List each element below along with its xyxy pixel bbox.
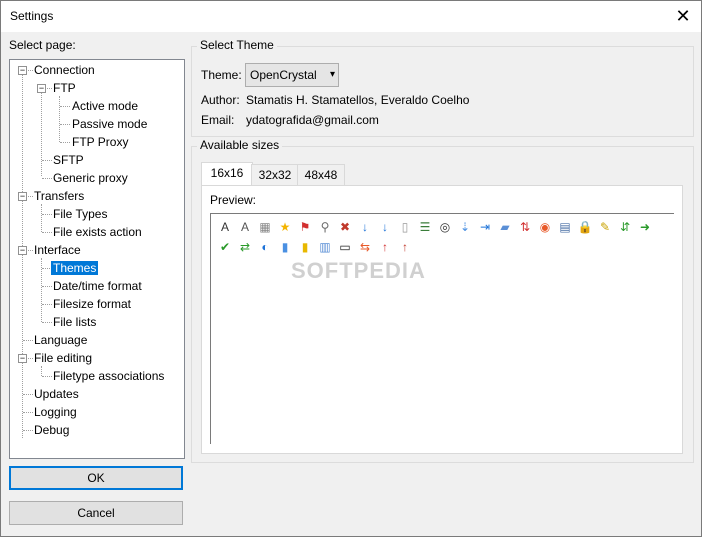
- email-value: ydatografida@gmail.com: [246, 113, 379, 127]
- arrow-green-right-icon: ➜: [639, 220, 651, 234]
- tree-item-transfers[interactable]: Transfers: [32, 188, 86, 205]
- tree-item-filetype-associations[interactable]: Filetype associations: [51, 368, 166, 385]
- font-italic-icon: A: [240, 220, 249, 234]
- tab-32x32[interactable]: 32x32: [251, 164, 299, 187]
- title-bar: Settings ✕: [1, 1, 701, 32]
- star-icon: ★: [279, 220, 291, 234]
- yellow-pipe-icon: ▮: [301, 240, 309, 254]
- tree-item-language[interactable]: Language: [32, 332, 89, 349]
- arrow-down-icon: ↓: [362, 220, 368, 234]
- window-title: Settings: [10, 9, 54, 23]
- sync-updown-icon: ⇵: [619, 220, 631, 234]
- email-label: Email:: [201, 113, 235, 127]
- tree-item-file-types[interactable]: File Types: [51, 206, 109, 223]
- text-frame-icon: ▦: [259, 220, 271, 234]
- collapse-icon[interactable]: −: [18, 354, 27, 363]
- table-icon: ▤: [559, 220, 571, 234]
- theme-select-value: OpenCrystal: [250, 68, 317, 82]
- refresh-arrows-icon: ⇄: [239, 240, 251, 254]
- collapse-icon[interactable]: −: [18, 192, 27, 201]
- theme-label: Theme:: [201, 68, 242, 82]
- arrow-up-red-icon: ↑: [382, 240, 388, 254]
- chevron-down-icon: ▾: [329, 69, 335, 80]
- tree-item-ftp-proxy[interactable]: FTP Proxy: [70, 134, 130, 151]
- sort-updown-icon: ⇅: [519, 220, 531, 234]
- collapse-icon[interactable]: −: [18, 66, 27, 75]
- search-icon: ⚲: [320, 220, 330, 234]
- check-stack-icon: ✔: [219, 240, 231, 254]
- tab-48x48[interactable]: 48x48: [297, 164, 345, 187]
- cancel-button[interactable]: Cancel: [9, 501, 183, 525]
- bar-chart-icon: ▥: [319, 240, 331, 254]
- tree-item-interface[interactable]: Interface: [32, 242, 83, 259]
- tab-16x16[interactable]: 16x16: [201, 162, 253, 185]
- close-icon[interactable]: ✕: [671, 4, 695, 28]
- settings-page-tree[interactable]: − − − − − Connection FTP Active mode Pas…: [9, 59, 185, 459]
- collapse-icon[interactable]: −: [18, 246, 27, 255]
- watermark: SOFTPEDIA: [291, 258, 426, 283]
- tree-item-themes[interactable]: Themes: [51, 260, 99, 277]
- ok-button[interactable]: OK: [9, 466, 183, 490]
- tree-item-debug[interactable]: Debug: [32, 422, 71, 439]
- author-label: Author:: [201, 93, 240, 107]
- tree-item-filesize-format[interactable]: Filesize format: [51, 296, 133, 313]
- author-value: Stamatis H. Stamatellos, Everaldo Coelho: [246, 93, 470, 107]
- tree-item-logging[interactable]: Logging: [32, 404, 79, 421]
- tree-item-generic-proxy[interactable]: Generic proxy: [51, 170, 130, 187]
- tree-item-active-mode[interactable]: Active mode: [70, 98, 140, 115]
- lifebuoy-icon: ◉: [539, 220, 551, 234]
- select-page-label: Select page:: [9, 38, 76, 52]
- tree-item-ftp[interactable]: FTP: [51, 80, 78, 97]
- theme-select[interactable]: OpenCrystal ▾: [245, 63, 339, 87]
- keyboard-icon: ▭: [339, 240, 351, 254]
- binoculars-icon: ◎: [439, 220, 451, 234]
- thermometer-icon: ▮: [281, 240, 289, 254]
- available-sizes-title: Available sizes: [197, 138, 283, 152]
- tree-item-file-editing[interactable]: File editing: [32, 350, 94, 367]
- collapse-icon[interactable]: −: [37, 84, 46, 93]
- tree-item-passive-mode[interactable]: Passive mode: [70, 116, 149, 133]
- blank-page-icon: ▯: [401, 220, 409, 234]
- notepad-edit-icon: ✎: [599, 220, 611, 234]
- preview-label: Preview:: [210, 193, 257, 207]
- transfer-arrows-icon: ⇆: [359, 240, 371, 254]
- select-theme-title: Select Theme: [197, 38, 277, 52]
- icon-preview-area: A A ▦ ★ ⚑ ⚲ ✖ ↓ ↓ ▯ ☰ ◎ ⇣ ⇥ ▰ ⇅ ◉ ▤ 🔒 ✎ ⇵ ➜ ✔ ⇄ ◐ ▮ ▮ ▥ ▭ ⇆ ↑ ↑ SOFTPED…: [210, 213, 674, 444]
- globe-icon: ◐: [261, 240, 269, 254]
- arrow-down-right-icon: ↓: [382, 220, 388, 234]
- tree-item-file-lists[interactable]: File lists: [51, 314, 98, 331]
- arrow-right-bar-icon: ⇥: [479, 220, 491, 234]
- tree-item-file-exists-action[interactable]: File exists action: [51, 224, 144, 241]
- font-a-icon: A: [220, 220, 229, 234]
- tree-item-updates[interactable]: Updates: [32, 386, 81, 403]
- tree-item-sftp[interactable]: SFTP: [51, 152, 86, 169]
- delete-file-icon: ✖: [339, 220, 351, 234]
- chat-bubble-icon: ▰: [500, 220, 510, 234]
- arrow-up-green-red-icon: ↑: [402, 240, 408, 254]
- scroll-up-icon: ⇣: [459, 220, 471, 234]
- sizes-tab-panel: Preview: A A ▦ ★ ⚑ ⚲ ✖ ↓ ↓ ▯ ☰ ◎ ⇣ ⇥ ▰ ⇅ ◉ ▤ 🔒 ✎ ⇵ ➜ ✔ ⇄ ◐ ▮ ▮ ▥ ▭ ⇆ ↑…: [201, 185, 683, 454]
- list-page-icon: ☰: [419, 220, 431, 234]
- lock-icon: 🔒: [577, 220, 593, 234]
- tree-item-datetime-format[interactable]: Date/time format: [51, 278, 144, 295]
- flag-icon: ⚑: [299, 220, 311, 234]
- tree-item-connection[interactable]: Connection: [32, 62, 97, 79]
